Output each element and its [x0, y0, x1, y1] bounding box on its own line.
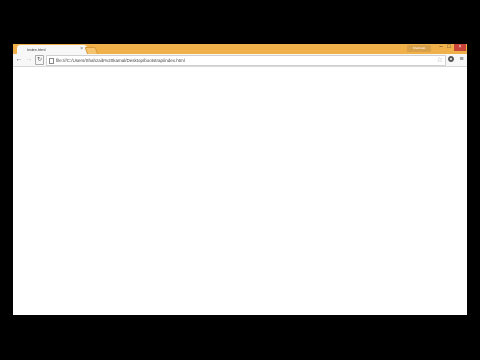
- maximize-button[interactable]: □: [445, 44, 453, 51]
- navigation-toolbar: ← → ↻ file:///C:/Users/Shahzaib%20kamal/…: [13, 54, 467, 67]
- address-bar[interactable]: file:///C:/Users/Shahzaib%20kamal/Deskto…: [46, 55, 446, 66]
- tab-close-icon[interactable]: ×: [80, 45, 83, 54]
- title-bar: Index.html × Shahzaib – □ ×: [13, 44, 467, 55]
- reload-button[interactable]: ↻: [35, 55, 44, 65]
- minimize-button[interactable]: –: [437, 44, 445, 51]
- back-button[interactable]: ←: [15, 55, 23, 65]
- browser-window: Index.html × Shahzaib – □ × ← → ↻ file:/…: [13, 44, 467, 315]
- address-url[interactable]: file:///C:/Users/Shahzaib%20kamal/Deskto…: [56, 56, 185, 65]
- forward-button[interactable]: →: [25, 55, 33, 65]
- page-icon: [49, 58, 54, 64]
- profile-button[interactable]: Shahzaib: [407, 45, 431, 52]
- extension-icon[interactable]: [448, 56, 454, 62]
- tab-title: Index.html: [27, 47, 46, 52]
- tab-index[interactable]: Index.html ×: [17, 45, 87, 54]
- close-window-button[interactable]: ×: [454, 44, 466, 51]
- menu-icon[interactable]: ≡: [458, 55, 465, 65]
- page-content: [13, 67, 467, 315]
- star-icon[interactable]: ☆: [437, 56, 443, 65]
